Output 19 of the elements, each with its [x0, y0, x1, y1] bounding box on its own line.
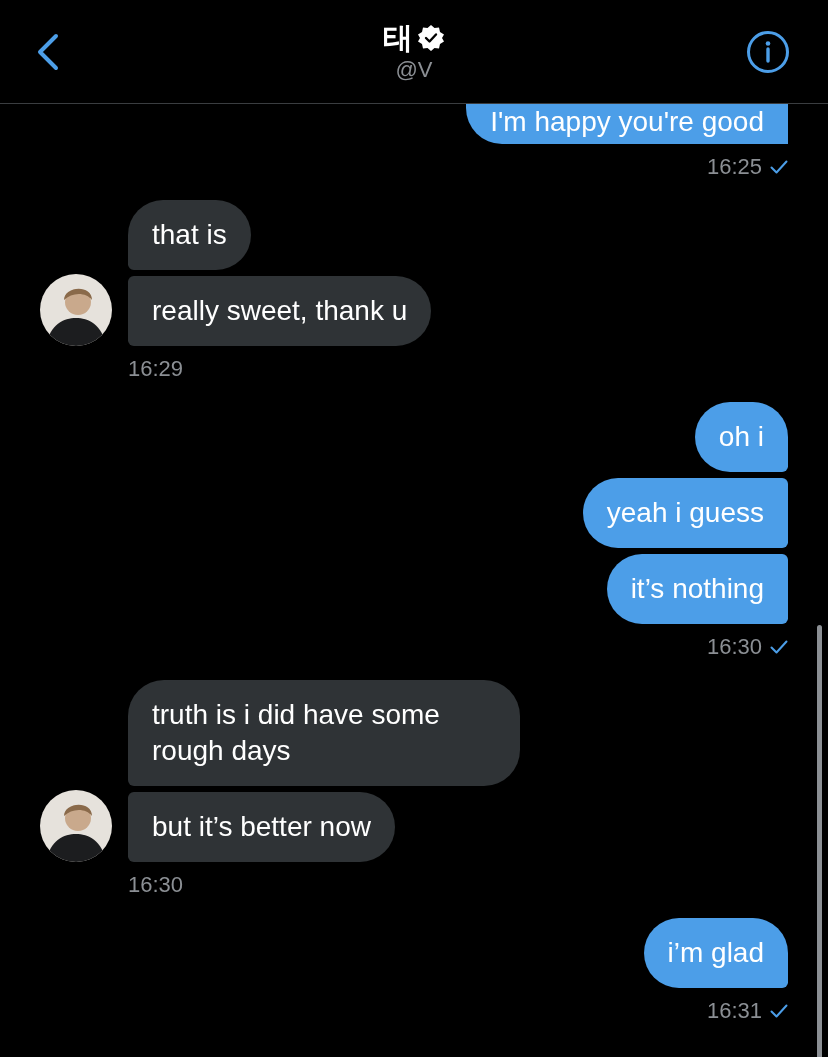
contact-handle: @V	[395, 55, 433, 84]
message-bubble: i’m glad	[643, 918, 788, 988]
timestamp: 16:30	[128, 872, 184, 898]
timestamp: 16:25	[706, 154, 762, 180]
message-bubble: it’s nothing	[606, 554, 788, 624]
timestamp: 16:29	[128, 356, 184, 382]
message-bubble: oh i	[694, 402, 788, 472]
message-bubble: that is	[128, 200, 251, 270]
message-bubble: truth is i did have some rough days	[128, 680, 520, 786]
message-bubble: really sweet, thank u	[128, 276, 432, 346]
contact-name: 태	[383, 19, 413, 56]
info-icon	[746, 29, 790, 74]
back-icon	[36, 31, 60, 72]
timestamp: 16:31	[706, 998, 762, 1024]
timestamp: 16:30	[706, 634, 762, 660]
message-bubble: but it’s better now	[128, 792, 395, 862]
message-bubble: I'm happy you're good	[466, 104, 788, 144]
message-bubble: yeah i guess	[582, 478, 788, 548]
scrollbar[interactable]	[817, 625, 822, 1057]
